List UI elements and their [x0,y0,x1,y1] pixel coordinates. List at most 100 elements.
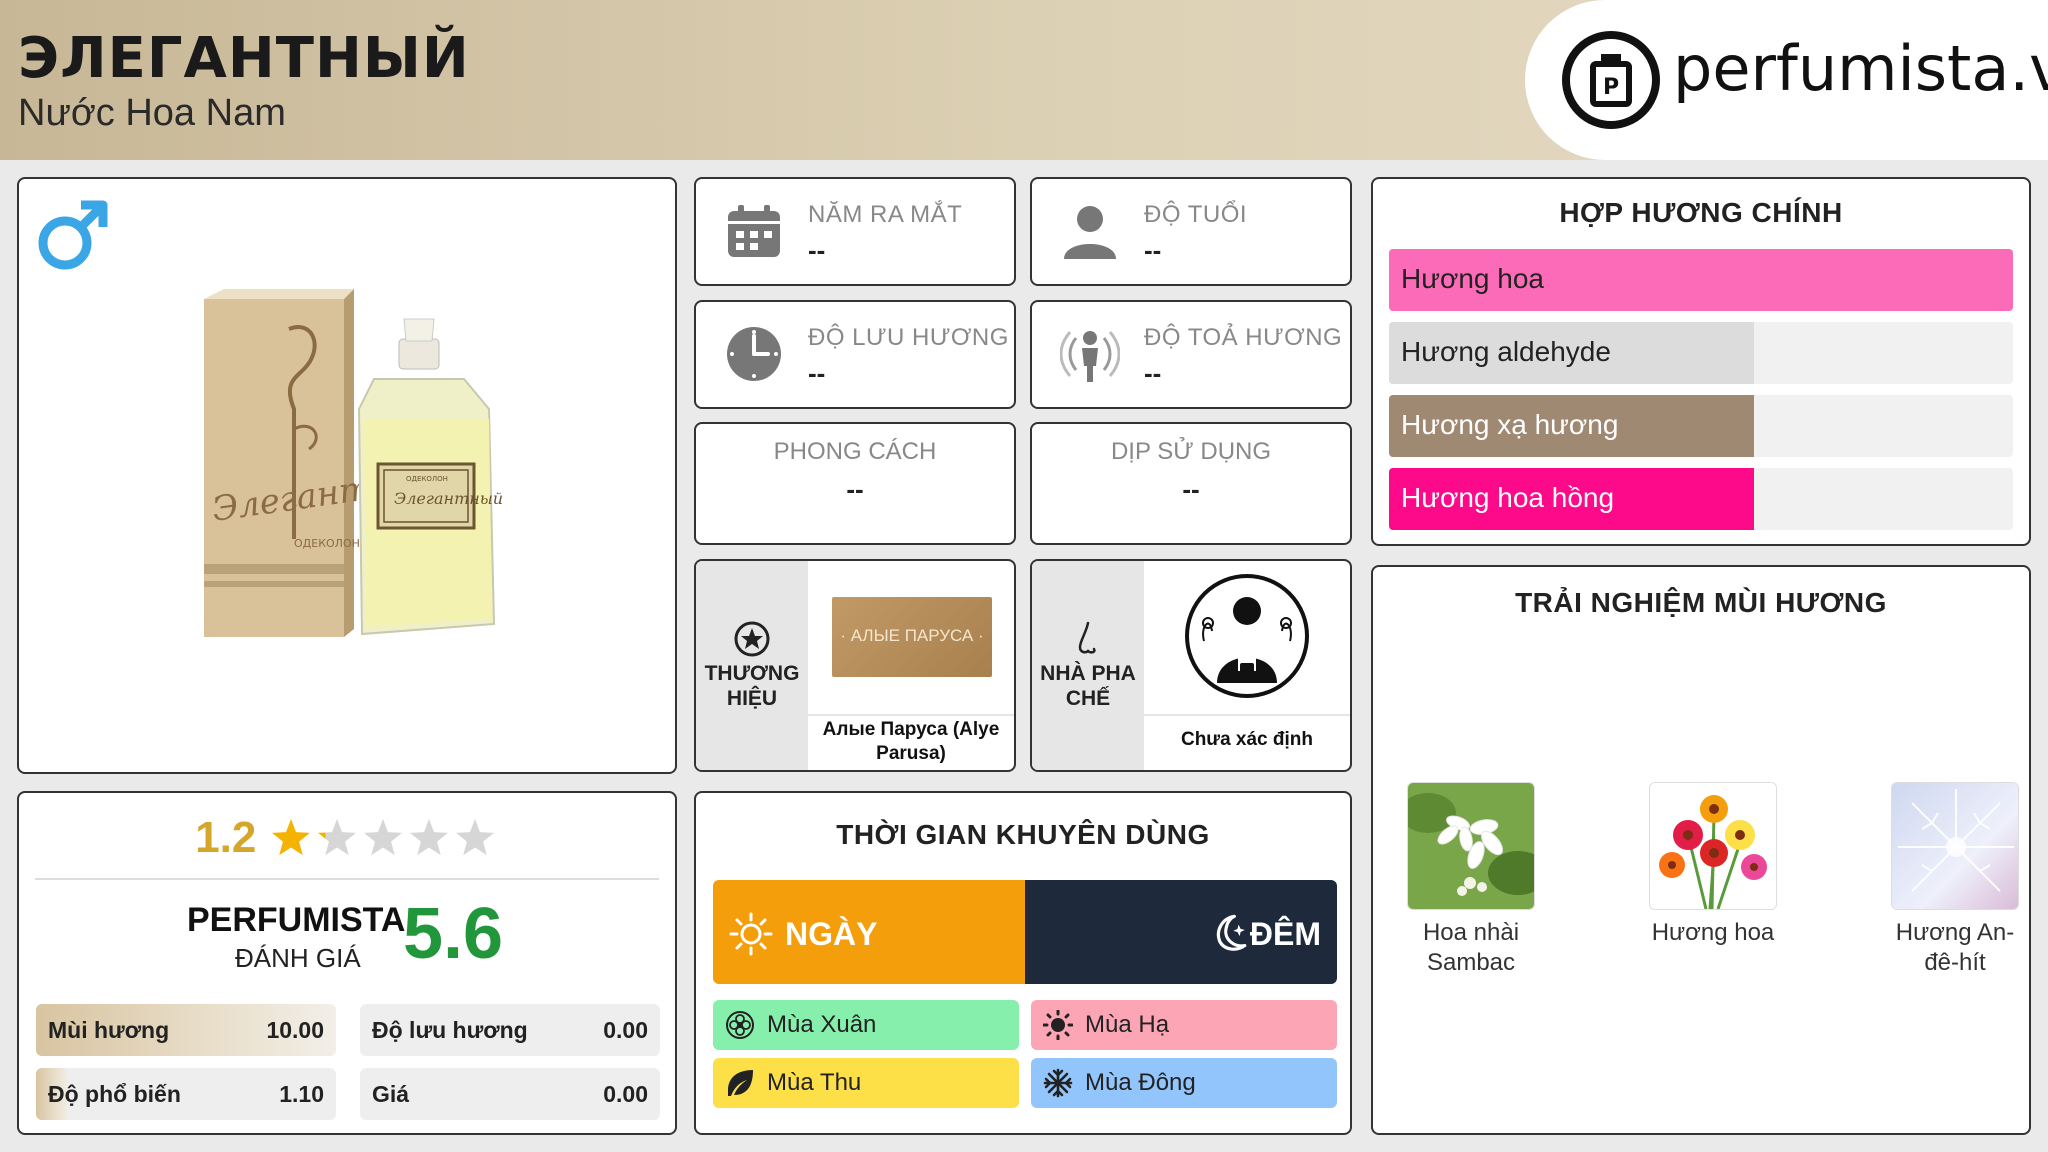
sillage-tile: ĐỘ TOẢ HƯƠNG -- [1030,300,1352,409]
star-icon [317,819,356,856]
accord-label: Hương aldehyde [1401,336,1611,367]
perfume-subtitle: Nước Hoa Nam [18,92,286,134]
notes-title: TRẢI NGHIỆM MÙI HƯƠNG [1515,587,1887,618]
stat-longevity-value: 0.00 [603,1017,648,1043]
stat-price-label: Giá [372,1081,410,1107]
brand-label-line2: HIỆU [726,687,778,710]
brand-label: THƯƠNG HIỆU [696,661,808,711]
style-label: PHONG CÁCH [773,438,937,465]
star-icon [455,819,494,856]
recommended-time-card: THỜI GIAN KHUYÊN DÙNG NGÀY ĐÊM Mùa Xuân … [694,791,1352,1135]
star-icon [409,819,448,856]
season-spring-label: Mùa Xuân [767,1011,877,1038]
calendar-icon [728,205,780,257]
night-bar: ĐÊM [1025,880,1337,984]
note-jasmine[interactable]: Hoa nhài Sambac [1401,782,1541,978]
sillage-icon [1060,331,1120,382]
perfume-bottle-logo-icon: P [1562,31,1660,129]
sillage-value: -- [1144,358,1162,388]
sun-icon [1043,1010,1073,1040]
brand-side-panel: THƯƠNG HIỆU [696,561,808,770]
scent-experience-card: TRẢI NGHIỆM MÙI HƯƠNG Hoa nhài Sambac Hư… [1371,565,2031,1135]
stat-popularity-label: Độ phổ biến [48,1081,181,1107]
jasmine-label-line1: Hoa nhài [1422,919,1520,946]
day-label: NGÀY [785,916,878,952]
product-image-card: Элегантный ОДЕКОЛОН Элегантный ОДЕКОЛОН [17,177,677,774]
jasmine-image [1407,782,1535,910]
accord-bar: Hương hoa hồng [1389,468,2013,530]
label-script-text: Элегантный [394,489,503,508]
season-autumn-label: Mùa Thu [767,1069,862,1096]
stat-price-value: 0.00 [603,1081,648,1107]
age-value: -- [1144,235,1162,265]
accord-label: Hương xạ hương [1401,409,1619,440]
stat-scent-value: 10.00 [266,1017,324,1043]
floral-image [1649,782,1777,910]
box-small-text: ОДЕКОЛОН [294,537,360,550]
stat-scent-label: Mùi hương [48,1017,170,1043]
snowflake-icon [1043,1068,1073,1098]
male-gender-icon [38,200,108,270]
moon-icon [1216,914,1247,951]
aldehyde-label: Hương An- đê-hít [1885,918,2025,978]
brand-logo[interactable]: P perfumista.vn [1525,0,2048,160]
style-value: -- [846,474,864,504]
occasion-label: DỊP SỬ DỤNG [1110,438,1272,465]
svg-text:P: P [1603,75,1619,100]
note-floral[interactable]: Hương hoa [1643,782,1783,948]
perfumer-name[interactable]: Chưa xác định [1144,714,1350,766]
brand-label-line1: THƯƠNG [704,662,800,685]
season-spring: Mùa Xuân [713,1000,1019,1050]
label-small-text: ОДЕКОЛОН [406,475,448,483]
accord-bar: Hương hoa [1389,249,2013,311]
perfumer-avatar-icon [1185,574,1309,698]
perfumer-tile[interactable]: NHÀ PHA CHẾ Chưa xác định [1030,559,1352,772]
stat-price: Giá 0.00 [360,1068,660,1120]
perfumer-side-panel: NHÀ PHA CHẾ [1032,561,1144,770]
season-winter: Mùa Đông [1031,1058,1337,1108]
accord-bar: Hương aldehyde [1389,322,2013,384]
flower-icon [726,1011,754,1039]
rating-stars [271,819,494,856]
product-photo: Элегантный ОДЕКОЛОН Элегантный ОДЕКОЛОН [204,289,503,637]
header: ЭЛЕГАНТНЫЙ Nước Hoa Nam P perfumista.vn [0,0,2048,160]
accord-label: Hương hoa [1401,263,1544,294]
stat-popularity: Độ phổ biến 1.10 [36,1068,336,1120]
rating-card: 1.2 PERFUMISTA ĐÁNH GIÁ 5.6 Mùi hương 10… [17,791,677,1135]
longevity-value: -- [808,358,826,388]
aldehyde-label-line1: Hương An- [1895,919,2015,946]
release-year-tile: NĂM RA MẮT -- [694,177,1016,286]
note-aldehyde[interactable]: Hương An- đê-hít [1885,782,2025,978]
season-summer: Mùa Hạ [1031,1000,1337,1050]
perfume-title: ЭЛЕГАНТНЫЙ [18,26,470,91]
accord-bar: Hương xạ hương [1389,395,2013,457]
main-accords-card: HỢP HƯƠNG CHÍNH Hương hoa Hương aldehyde H… [1371,177,2031,546]
occasion-value: -- [1182,474,1200,504]
nose-icon [1078,621,1096,654]
brand-logo-image: · АЛЫЕ ПАРУСА · [832,597,992,677]
jasmine-label: Hoa nhài Sambac [1401,918,1541,978]
person-icon [1064,206,1116,259]
rating-divider [35,878,659,880]
user-rating-score: 1.2 [195,813,257,862]
longevity-tile: ĐỘ LƯU HƯƠNG -- [694,300,1016,409]
floral-label: Hương hoa [1651,919,1775,946]
leaf-icon [728,1070,753,1096]
style-tile: PHONG CÁCH -- [694,422,1016,545]
time-title: THỜI GIAN KHUYÊN DÙNG [836,819,1210,850]
accords-title: HỢP HƯƠNG CHÍNH [1559,197,1843,228]
accord-label: Hương hoa hồng [1401,482,1615,513]
user-rating: 1.2 [19,813,675,863]
perfumer-label-line1: NHÀ PHA [1040,662,1136,685]
logo-text: perfumista.vn [1673,32,2048,105]
aldehyde-image [1891,782,2019,910]
brand-name[interactable]: Алые Паруса (Alye Parusa) [808,714,1014,766]
season-autumn: Mùa Thu [713,1058,1019,1108]
longevity-label: ĐỘ LƯU HƯƠNG [808,324,1009,351]
brand-tile[interactable]: THƯƠNG HIỆU · АЛЫЕ ПАРУСА · Алые Паруса … [694,559,1016,772]
star-icon [271,819,310,856]
stat-popularity-value: 1.10 [279,1081,324,1107]
star-icon [363,819,402,856]
jasmine-label-line2: Sambac [1426,949,1516,976]
clock-icon [727,327,781,381]
